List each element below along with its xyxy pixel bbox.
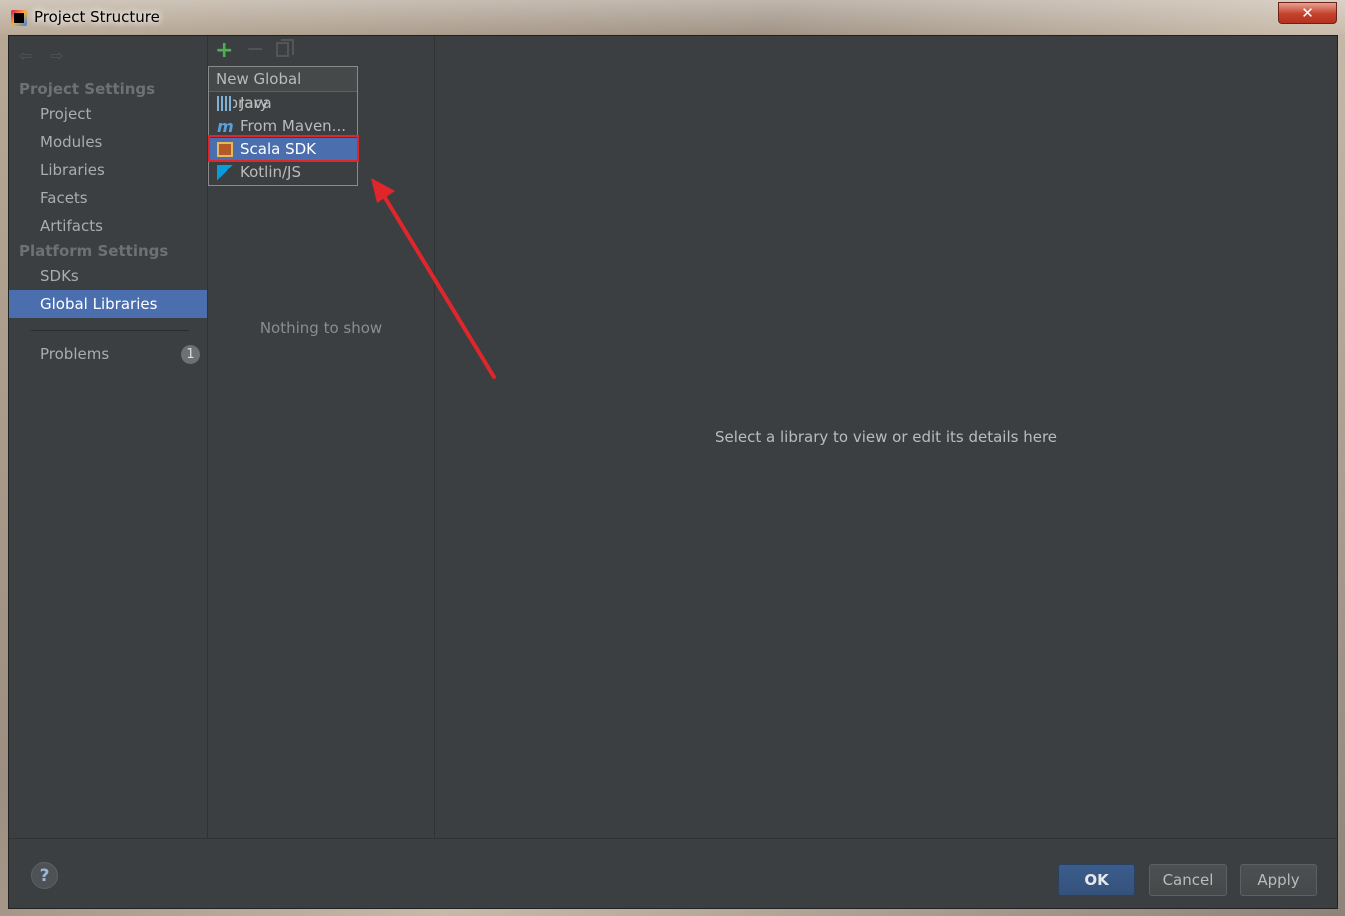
empty-list-message: Nothing to show	[259, 319, 383, 337]
sidebar: ⇦ ⇨ Project Settings Project Modules Lib…	[9, 36, 208, 838]
popup-item-label: From Maven...	[240, 117, 346, 135]
apply-button[interactable]: Apply	[1240, 864, 1317, 896]
forward-arrow-icon[interactable]: ⇨	[50, 46, 63, 65]
maven-icon: m	[217, 117, 234, 136]
library-details-panel: Select a library to view or edit its det…	[435, 36, 1337, 838]
help-button[interactable]: ?	[31, 862, 58, 889]
new-global-library-popup: New Global Library Java m From Maven... …	[208, 66, 358, 186]
java-library-icon	[217, 96, 233, 111]
intellij-app-icon	[11, 10, 27, 26]
sidebar-item-project[interactable]: Project	[9, 100, 207, 128]
popup-item-java[interactable]: Java	[209, 92, 357, 115]
ok-button[interactable]: OK	[1058, 864, 1135, 896]
popup-item-label: Kotlin/JS	[240, 163, 301, 181]
popup-item-kotlin-js[interactable]: Kotlin/JS	[209, 161, 357, 184]
dialog-content: ⇦ ⇨ Project Settings Project Modules Lib…	[8, 35, 1338, 909]
window-title: Project Structure	[34, 8, 160, 26]
title-bar: Project Structure ✕	[0, 0, 1345, 34]
sidebar-item-problems[interactable]: Problems	[9, 340, 207, 368]
sidebar-item-libraries[interactable]: Libraries	[9, 156, 207, 184]
problems-count-badge: 1	[181, 345, 200, 364]
kotlin-icon	[217, 165, 233, 180]
add-icon[interactable]: +	[215, 38, 233, 63]
sidebar-item-sdks[interactable]: SDKs	[9, 262, 207, 290]
popup-title: New Global Library	[209, 67, 357, 112]
sidebar-item-artifacts[interactable]: Artifacts	[9, 212, 207, 240]
details-placeholder: Select a library to view or edit its det…	[714, 428, 1058, 446]
project-structure-window: Project Structure ✕ ⇦ ⇨ Project Settings…	[0, 0, 1345, 916]
platform-settings-header: Platform Settings	[19, 242, 169, 260]
close-button[interactable]: ✕	[1278, 2, 1337, 24]
sidebar-item-global-libraries[interactable]: Global Libraries	[9, 290, 207, 318]
copy-icon[interactable]	[276, 39, 294, 57]
project-settings-header: Project Settings	[19, 80, 156, 98]
sidebar-divider	[31, 330, 189, 331]
dialog-button-bar: ? OK Cancel Apply	[9, 838, 1337, 909]
sidebar-item-modules[interactable]: Modules	[9, 128, 207, 156]
sidebar-item-facets[interactable]: Facets	[9, 184, 207, 212]
popup-item-label: Java	[240, 94, 272, 112]
back-arrow-icon[interactable]: ⇦	[19, 46, 32, 65]
cancel-button[interactable]: Cancel	[1149, 864, 1227, 896]
annotation-highlight-box	[208, 135, 359, 162]
remove-icon[interactable]: −	[246, 37, 264, 62]
